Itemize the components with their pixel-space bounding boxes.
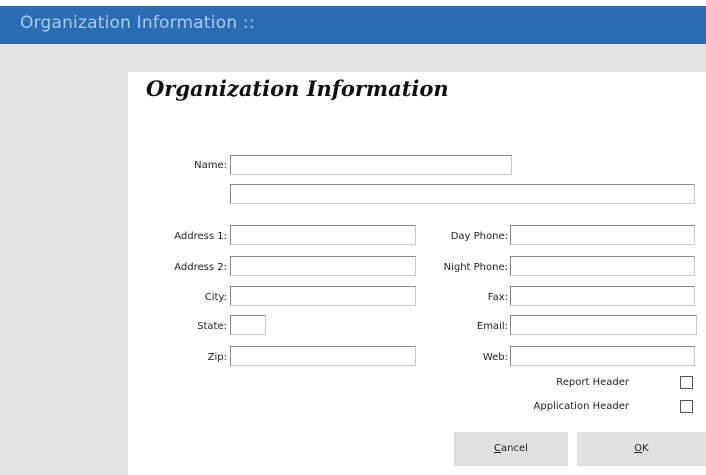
state-label: State: bbox=[197, 321, 227, 332]
zip-input[interactable] bbox=[230, 346, 416, 366]
email-label: Email: bbox=[476, 321, 508, 332]
report-header-label: Report Header bbox=[556, 377, 629, 388]
city-label: City: bbox=[204, 292, 227, 303]
name-input[interactable] bbox=[230, 155, 512, 175]
name-label: Name: bbox=[194, 160, 227, 171]
address1-input[interactable] bbox=[230, 225, 416, 245]
report-header-checkbox[interactable] bbox=[680, 376, 693, 389]
application-header-label: Application Header bbox=[533, 401, 629, 412]
city-input[interactable] bbox=[230, 286, 416, 306]
name-line2-input[interactable] bbox=[230, 184, 695, 204]
cancel-button[interactable]: Cancel bbox=[454, 432, 568, 466]
email-input[interactable] bbox=[510, 315, 697, 335]
address2-input[interactable] bbox=[230, 256, 416, 276]
zip-label: Zip: bbox=[207, 352, 227, 363]
day-phone-label: Day Phone: bbox=[450, 231, 508, 242]
cancel-hotkey: C bbox=[494, 443, 502, 454]
window-title: Organization Information :: bbox=[20, 13, 255, 33]
left-panel bbox=[0, 72, 128, 475]
day-phone-input[interactable] bbox=[510, 225, 695, 245]
ok-button[interactable]: OK bbox=[577, 432, 706, 466]
ok-hotkey: O bbox=[634, 443, 643, 454]
ok-label: K bbox=[642, 443, 649, 454]
address2-label: Address 2: bbox=[174, 262, 227, 273]
toolbar-strip bbox=[0, 44, 706, 72]
state-input[interactable] bbox=[230, 315, 266, 335]
page-title: Organization Information bbox=[146, 76, 449, 101]
web-input[interactable] bbox=[510, 346, 695, 366]
application-header-checkbox[interactable] bbox=[680, 400, 693, 413]
window-titlebar: Organization Information :: bbox=[0, 6, 706, 44]
web-label: Web: bbox=[482, 352, 508, 363]
cancel-label: ancel bbox=[501, 443, 528, 454]
fax-input[interactable] bbox=[510, 286, 695, 306]
fax-label: Fax: bbox=[487, 292, 508, 303]
address1-label: Address 1: bbox=[174, 231, 227, 242]
night-phone-label: Night Phone: bbox=[443, 262, 508, 273]
night-phone-input[interactable] bbox=[510, 256, 695, 276]
